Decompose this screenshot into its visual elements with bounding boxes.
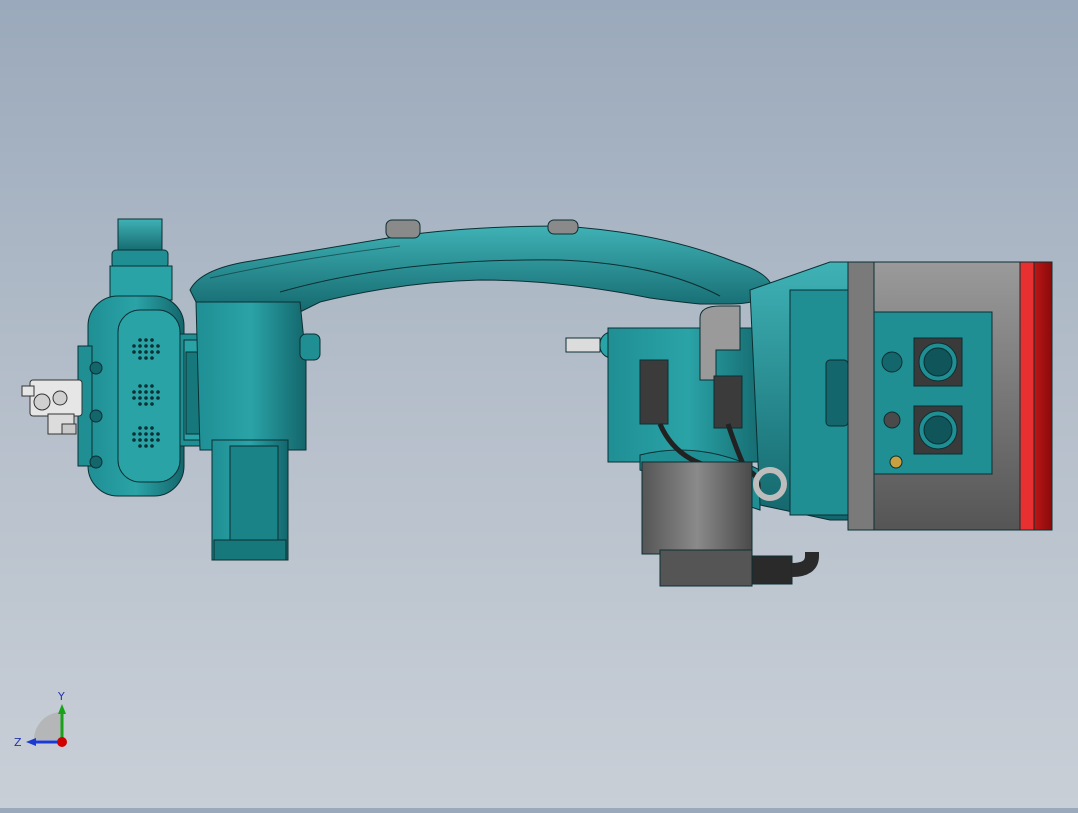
joint-body [607,327,769,463]
connector-large-1 [913,337,963,387]
wrist-top-connector [117,218,163,254]
connector-small [883,411,901,429]
z-axis-label: Z [14,736,22,749]
connector-large-2 [913,405,963,455]
wrist-cover-plate [117,309,181,483]
arm-clip [547,219,579,235]
tool-valve-block [21,379,83,435]
pin-shaft [565,337,601,353]
ground-terminal [889,455,903,469]
arm-clip [385,219,421,239]
view-orientation-triad: Y Z [14,690,67,749]
motor [641,461,753,555]
y-axis-label: Y [57,690,65,703]
motor-base [659,549,753,587]
base-assembly[interactable] [565,261,1053,587]
connector-small [881,351,903,373]
gland-2 [713,375,743,429]
cad-viewport[interactable]: Y Z [0,0,1078,808]
upper-arm[interactable] [189,219,773,317]
elbow-housing [195,301,321,561]
cable-gland-bottom [751,555,793,585]
model-canvas[interactable]: Y Z [0,0,1078,808]
x-axis-dot [57,737,67,747]
gland-1 [639,359,669,425]
